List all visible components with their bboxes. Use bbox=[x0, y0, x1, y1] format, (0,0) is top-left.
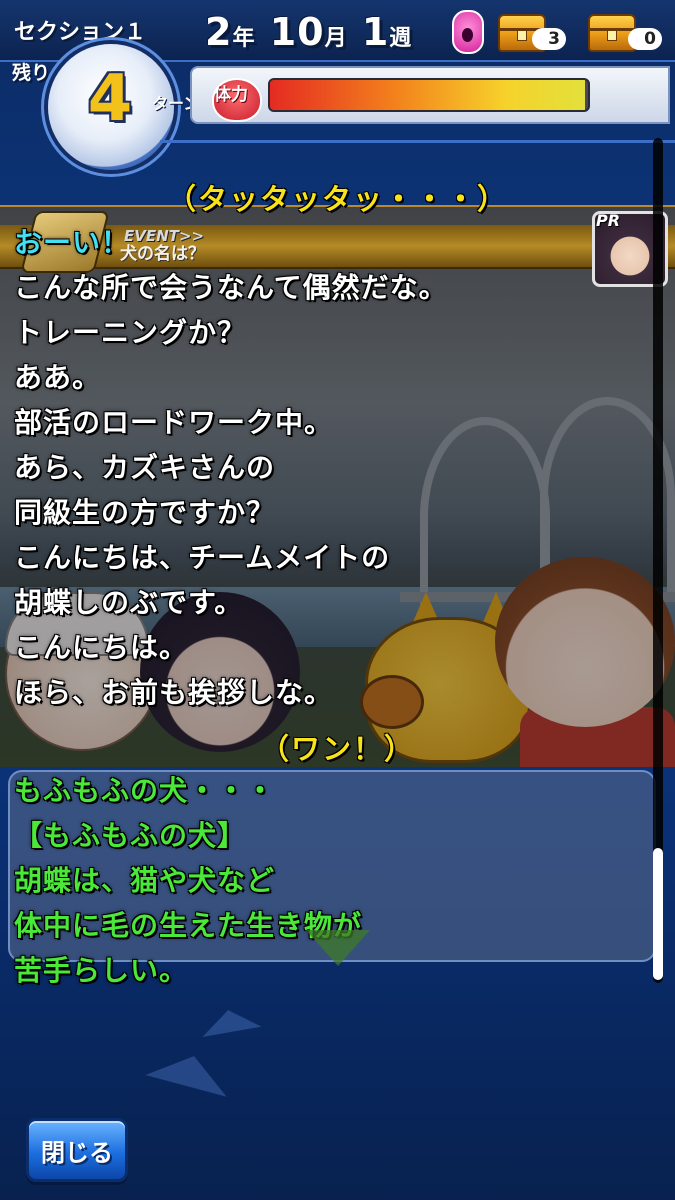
scrollbar-thumb[interactable] bbox=[653, 848, 663, 980]
date-year: 2 bbox=[205, 10, 233, 54]
sound-effect-text: （ワン！） bbox=[259, 732, 415, 766]
dialogue-log-upper: おーい！ こんな所で会うなんて偶然だな。 トレーニングか？ ああ。部活のロードワーク中… bbox=[14, 220, 644, 715]
dialogue-line: こんな所で会うなんて偶然だな。 bbox=[14, 271, 448, 304]
dialogue-line: 胡蝶は、猫や犬など bbox=[14, 864, 276, 897]
close-button[interactable]: 閉じる bbox=[26, 1118, 128, 1182]
dialogue-line: こんにちは。 bbox=[14, 631, 189, 664]
dialogue-line: ほら、お前も挨拶しな。 bbox=[14, 676, 334, 709]
date-month-unit: 月 bbox=[324, 26, 348, 51]
date-year-unit: 年 bbox=[232, 26, 256, 51]
stamina-bar-fill bbox=[270, 80, 585, 110]
status-hud: セクション１ 残り 4 ターン 2年 10月 1週 3 0 体力 bbox=[0, 0, 675, 180]
date-month: 10 bbox=[269, 10, 325, 54]
chest-count: 3 bbox=[532, 28, 566, 50]
dialogue-line: おーい！ bbox=[14, 226, 131, 259]
dialogue-line: 部活のロードワーク中。 bbox=[14, 406, 334, 439]
stamina-label: 体力 bbox=[214, 85, 248, 105]
date-week-unit: 週 bbox=[389, 26, 413, 51]
section-label: セクション１ bbox=[14, 20, 147, 45]
dialogue-line: もふもふの犬・・・ bbox=[14, 774, 276, 807]
dialogue-line: こんにちは、チームメイトの bbox=[14, 541, 391, 574]
remaining-label: 残り bbox=[12, 62, 51, 84]
mood-face-icon bbox=[452, 10, 484, 54]
dialogue-line: 胡蝶しのぶです。 bbox=[14, 586, 244, 619]
star-decoration bbox=[145, 1045, 235, 1097]
dialogue-line: あら、カズキさんの bbox=[14, 451, 276, 484]
dialogue-line: 【もふもふの犬】 bbox=[14, 819, 247, 852]
next-arrow-icon bbox=[306, 930, 370, 966]
calendar-date: 2年 10月 1週 bbox=[205, 10, 412, 54]
date-week: 1 bbox=[361, 10, 390, 54]
dialogue-line: トレーニングか？ bbox=[14, 316, 247, 349]
sound-effect-text: （タッタッタッ・・・） bbox=[166, 182, 508, 216]
dialogue-line: 同級生の方ですか？ bbox=[14, 496, 276, 529]
turns-remaining: 4 bbox=[87, 62, 133, 136]
chest-count: 0 bbox=[628, 28, 662, 50]
stamina-bar bbox=[268, 78, 590, 112]
hud-divider bbox=[160, 140, 675, 143]
star-decoration bbox=[198, 1004, 262, 1038]
dialogue-line: ああ。 bbox=[14, 361, 102, 394]
